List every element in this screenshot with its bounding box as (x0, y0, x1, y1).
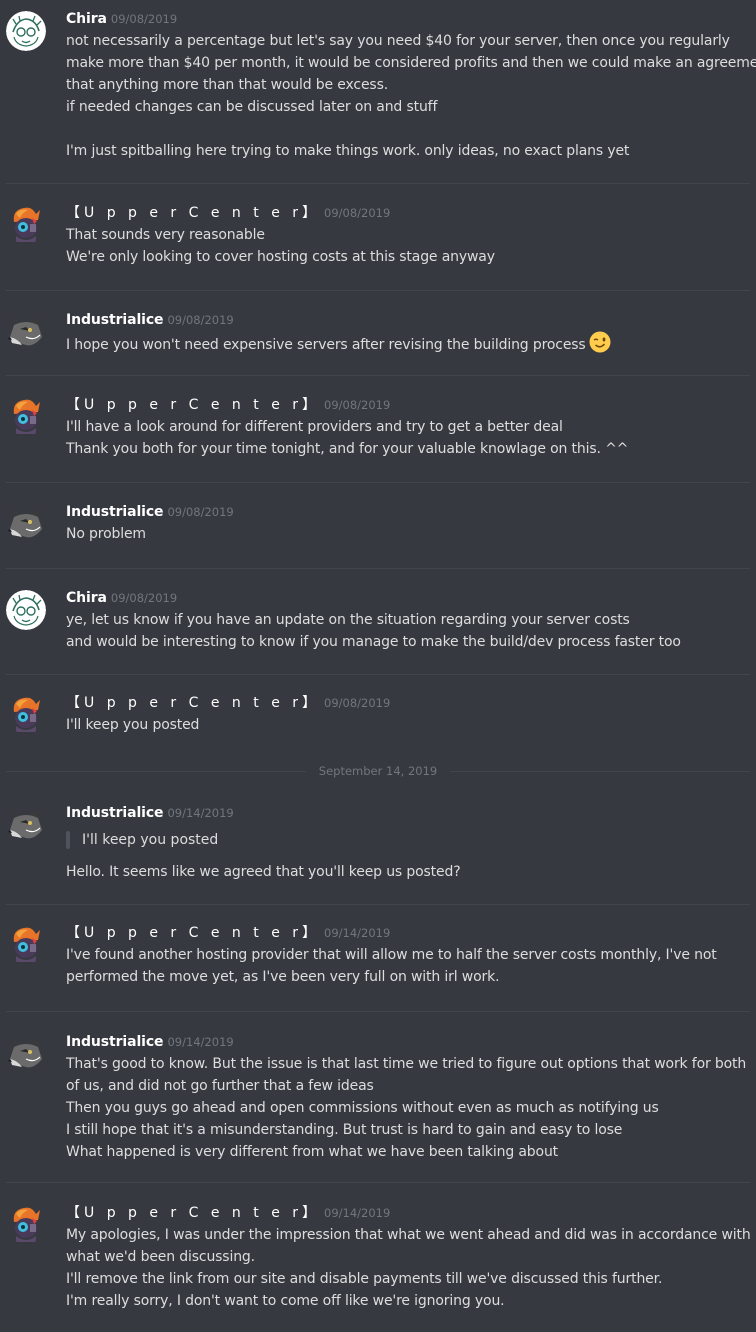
message-divider (6, 904, 750, 905)
message-divider (6, 1011, 750, 1012)
message-timestamp: 09/08/2019 (324, 398, 391, 412)
message-timestamp: 09/08/2019 (110, 12, 178, 26)
chat-log: Chira 09/08/2019 not necessarily a percent… (0, 0, 756, 1332)
message-line: My apologies, I was under the impression… (66, 1227, 751, 1243)
message-timestamp: 09/14/2019 (167, 806, 234, 820)
separator-line-right (450, 771, 750, 772)
message-line: I'll remove the link from our site and d… (66, 1271, 663, 1287)
message-line: if needed changes can be discussed later… (66, 99, 438, 115)
message-timestamp: 09/08/2019 (167, 505, 234, 519)
author-name[interactable]: 【U p p e r C e n t e r】 (66, 1205, 320, 1221)
message-line: I've found another hosting provider that… (66, 947, 717, 963)
message-line: what we'd been discussing. (66, 1249, 255, 1265)
message-divider (6, 1182, 750, 1183)
message-line: No problem (66, 526, 146, 542)
author-name[interactable]: 【U p p e r C e n t e r】 (66, 205, 320, 221)
industrialice-avatar[interactable] (6, 311, 46, 351)
message-line: I still hope that it's a misunderstandin… (66, 1122, 623, 1138)
uppercenter-avatar[interactable] (6, 204, 46, 244)
author-name[interactable]: 【U p p e r C e n t e r】 (66, 925, 320, 941)
message-divider (6, 568, 750, 569)
industrialice-avatar[interactable] (6, 804, 46, 844)
message-line: I hope you won't need expensive servers … (66, 331, 750, 353)
chira-avatar[interactable] (6, 11, 46, 51)
message-line: That sounds very reasonable (66, 227, 265, 243)
message-line: that anything more than that would be ex… (66, 77, 389, 93)
uppercenter-avatar[interactable] (6, 694, 46, 734)
author-name[interactable]: Chira (66, 590, 107, 606)
message-line: That's good to know. But the issue is th… (66, 1056, 747, 1072)
industrialice-avatar[interactable] (6, 503, 46, 543)
author-name[interactable]: Industrialice (66, 312, 164, 328)
message-line: I'll have a look around for different pr… (66, 419, 563, 435)
industrialice-avatar[interactable] (6, 1033, 46, 1073)
message-line: Hello. It seems like we agreed that you'… (66, 864, 461, 880)
message-text: I hope you won't need expensive servers … (66, 337, 586, 353)
message-line: Then you guys go ahead and open commissi… (66, 1100, 659, 1116)
author-name[interactable]: 【U p p e r C e n t e r】 (66, 397, 320, 413)
author-name[interactable]: Industrialice (66, 1034, 164, 1050)
message-timestamp: 09/14/2019 (167, 1035, 234, 1049)
message-timestamp: 09/14/2019 (324, 926, 391, 940)
message-line: and would be interesting to know if you … (66, 634, 681, 650)
message-divider (6, 375, 750, 376)
message-line: I'm just spitballing here trying to make… (66, 143, 630, 159)
uppercenter-avatar[interactable] (6, 396, 46, 436)
uppercenter-avatar[interactable] (6, 1204, 46, 1244)
message-line: I'll keep you posted (66, 717, 200, 733)
message-divider (6, 290, 750, 291)
author-name[interactable]: 【U p p e r C e n t e r】 (66, 695, 320, 711)
message-divider (6, 183, 750, 184)
message-line: Thank you both for your time tonight, an… (66, 441, 629, 457)
wink-emoji (589, 331, 611, 360)
message-line: of us, and did not go further that a few… (66, 1078, 374, 1094)
message-divider (6, 482, 750, 483)
message-line: not necessarily a percentage but let's s… (66, 33, 730, 49)
message-timestamp: 09/08/2019 (324, 206, 391, 220)
message-timestamp: 09/08/2019 (167, 313, 234, 327)
uppercenter-avatar[interactable] (6, 924, 46, 964)
message-line: We're only looking to cover hosting cost… (66, 249, 495, 265)
date-separator: September 14, 2019 (6, 764, 750, 778)
quote-bar (66, 831, 70, 849)
message-timestamp: 09/14/2019 (324, 1206, 391, 1220)
message-timestamp: 09/08/2019 (110, 591, 178, 605)
message-timestamp: 09/08/2019 (324, 696, 391, 710)
message-line: performed the move yet, as I've been ver… (66, 969, 500, 985)
chira-avatar[interactable] (6, 590, 46, 630)
message-line: I'm really sorry, I don't want to come o… (66, 1293, 505, 1309)
quote-text: I'll keep you posted (82, 832, 219, 848)
message-line: What happened is very different from wha… (66, 1144, 559, 1160)
message-line: make more than $40 per month, it would b… (66, 55, 756, 71)
author-name[interactable]: Industrialice (66, 504, 164, 520)
message-divider (6, 674, 750, 675)
message-line (66, 118, 750, 140)
author-name[interactable]: Chira (66, 11, 107, 27)
message-line: ye, let us know if you have an update on… (66, 612, 630, 628)
author-name[interactable]: Industrialice (66, 805, 164, 821)
